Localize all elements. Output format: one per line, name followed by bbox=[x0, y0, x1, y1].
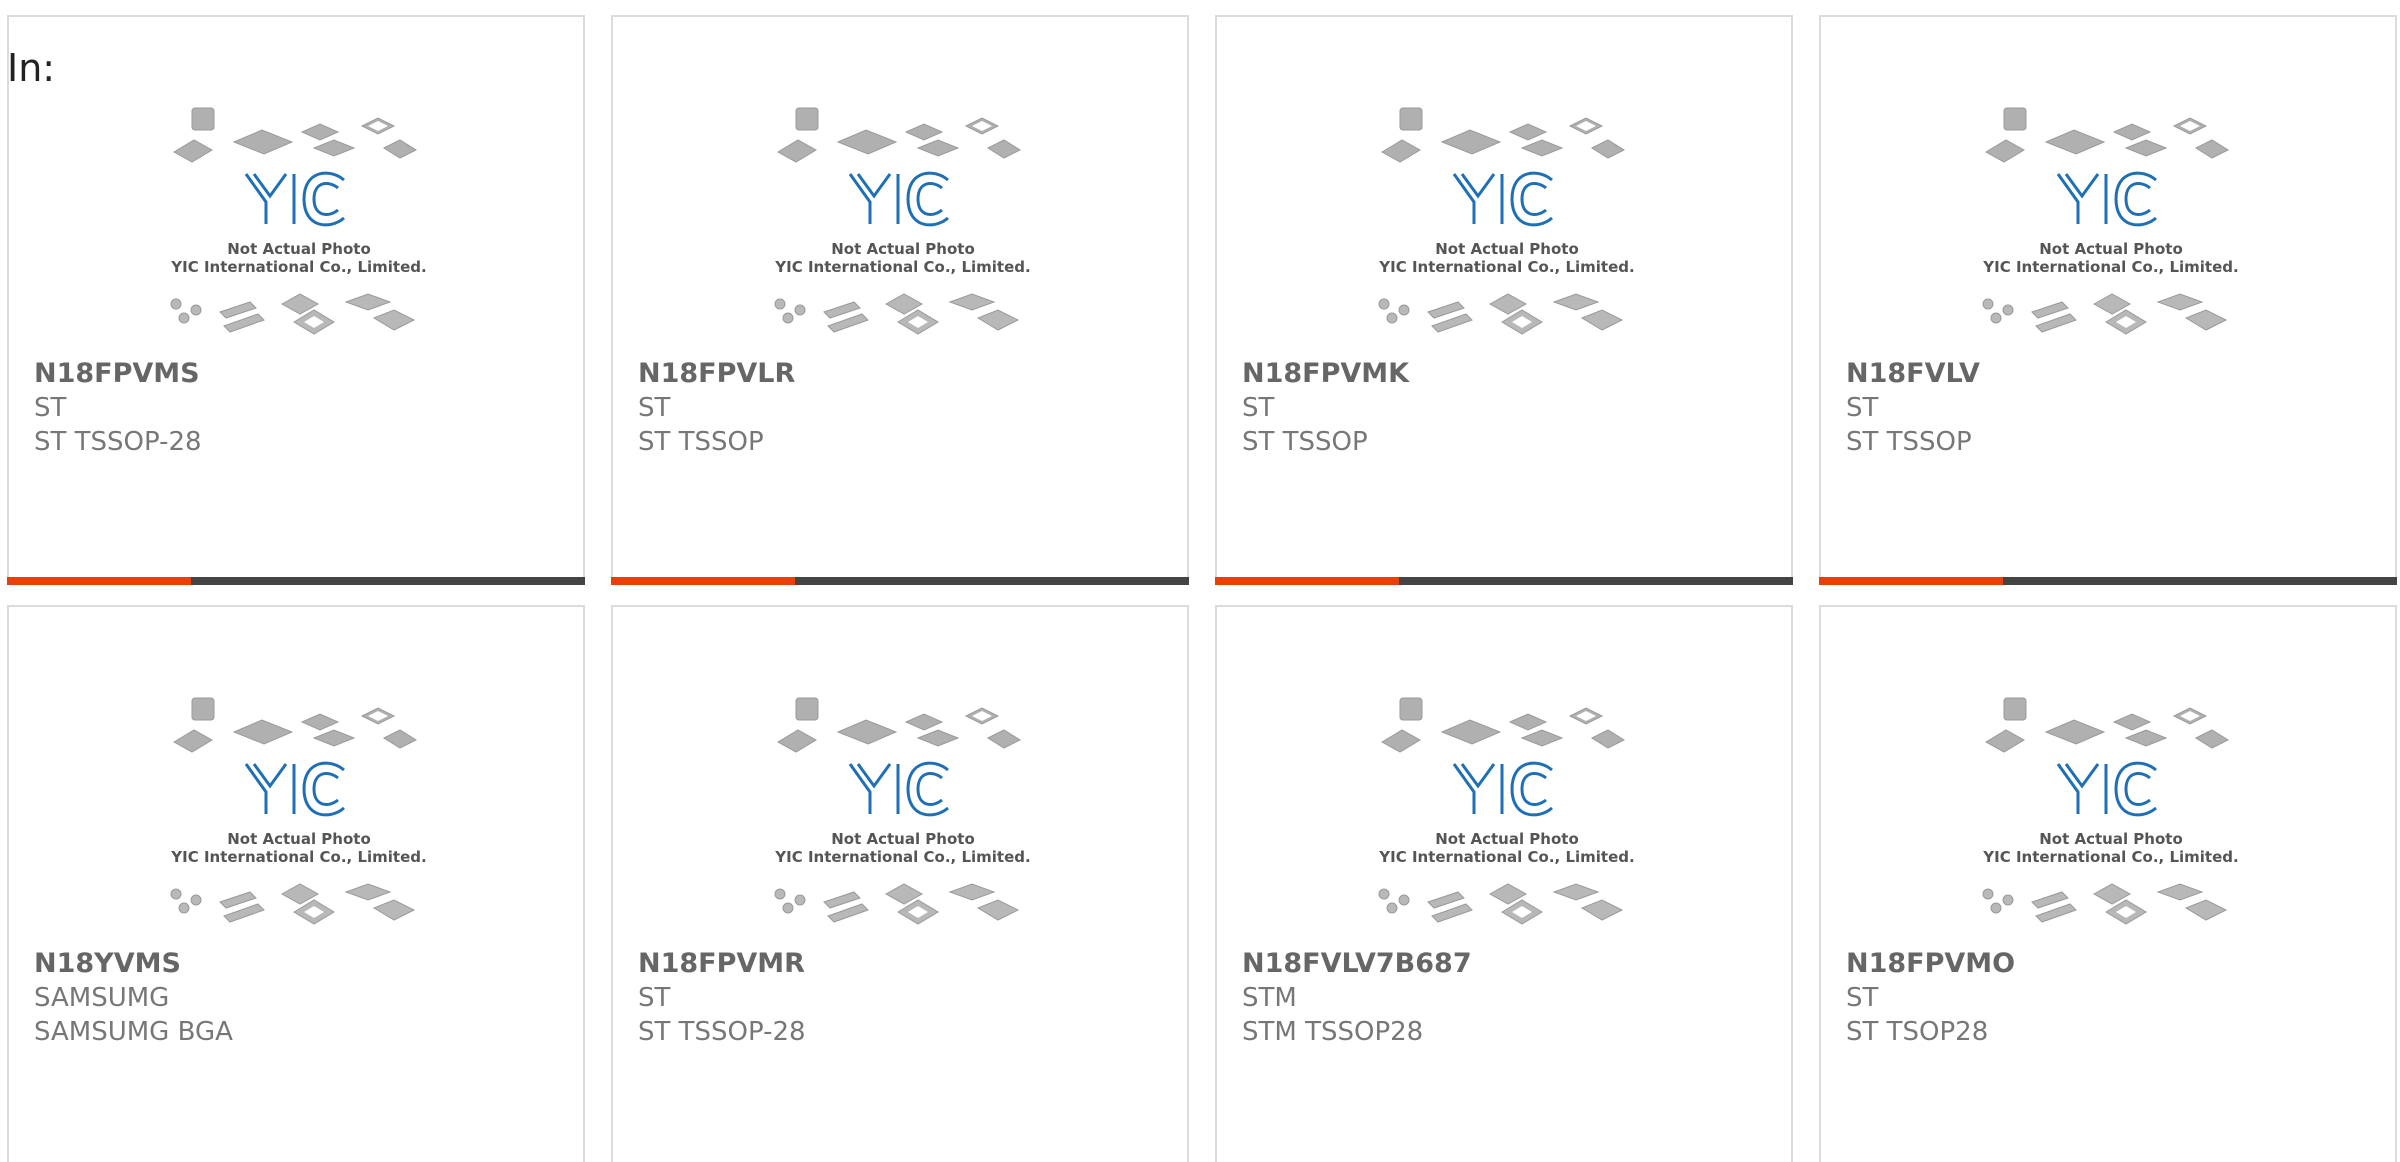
placeholder-photo-icon: Not Actual Photo YIC International Co., … bbox=[1378, 697, 1635, 925]
product-image[interactable]: Not Actual Photo YIC International Co., … bbox=[154, 694, 444, 954]
package: ST TSSOP bbox=[638, 427, 764, 457]
photo-caption-line1: Not Actual Photo bbox=[831, 240, 975, 258]
photo-caption-line1: Not Actual Photo bbox=[2039, 830, 2183, 848]
manufacturer: ST bbox=[34, 393, 67, 423]
placeholder-photo-icon: Not Actual Photo YIC International Co., … bbox=[1378, 107, 1635, 335]
package: ST TSSOP bbox=[1846, 427, 1972, 457]
part-number-link[interactable]: N18FVLV bbox=[1846, 357, 2376, 391]
product-info: N18FPVMR ST ST TSSOP-28 bbox=[638, 947, 1168, 1049]
placeholder-photo-icon: Not Actual Photo YIC International Co., … bbox=[774, 107, 1031, 335]
part-number-link[interactable]: N18FPVMK bbox=[1242, 357, 1772, 391]
package: ST TSSOP-28 bbox=[34, 427, 202, 457]
product-card[interactable]: Not Actual Photo YIC International Co., … bbox=[7, 15, 585, 585]
card-progress-accent bbox=[611, 577, 795, 585]
photo-caption-line2: YIC International Co., Limited. bbox=[1982, 258, 2238, 276]
product-info: N18FPVMO ST ST TSOP28 bbox=[1846, 947, 2376, 1049]
photo-caption-line2: YIC International Co., Limited. bbox=[1982, 848, 2238, 866]
manufacturer: ST bbox=[1846, 393, 1879, 423]
photo-caption-line2: YIC International Co., Limited. bbox=[774, 848, 1030, 866]
photo-caption-line1: Not Actual Photo bbox=[227, 240, 371, 258]
product-card[interactable]: Not Actual Photo YIC International Co., … bbox=[1819, 605, 2397, 1162]
photo-caption-line2: YIC International Co., Limited. bbox=[1378, 258, 1634, 276]
card-progress-accent bbox=[1819, 577, 2003, 585]
package: ST TSSOP-28 bbox=[638, 1017, 806, 1047]
part-number-link[interactable]: N18FPVMO bbox=[1846, 947, 2376, 981]
package: ST TSOP28 bbox=[1846, 1017, 1989, 1047]
product-grid-page: In: Not Actual Photo YIC International C… bbox=[0, 0, 2400, 1162]
product-image[interactable]: Not Actual Photo YIC International Co., … bbox=[1362, 104, 1652, 364]
product-card[interactable]: Not Actual Photo YIC International Co., … bbox=[1215, 15, 1793, 585]
part-number-link[interactable]: N18FPVMS bbox=[34, 357, 564, 391]
card-progress-bar bbox=[7, 577, 585, 585]
photo-caption-line2: YIC International Co., Limited. bbox=[170, 848, 426, 866]
photo-caption-line1: Not Actual Photo bbox=[2039, 240, 2183, 258]
product-info: N18FPVMK ST ST TSSOP bbox=[1242, 357, 1772, 459]
product-image[interactable]: Not Actual Photo YIC International Co., … bbox=[154, 104, 444, 364]
photo-caption-line1: Not Actual Photo bbox=[1435, 830, 1579, 848]
card-progress-accent bbox=[7, 577, 191, 585]
photo-caption-line2: YIC International Co., Limited. bbox=[170, 258, 426, 276]
part-number-link[interactable]: N18FVLV7B687 bbox=[1242, 947, 1772, 981]
product-card[interactable]: Not Actual Photo YIC International Co., … bbox=[611, 15, 1189, 585]
manufacturer: SAMSUMG bbox=[34, 983, 170, 1013]
photo-caption-line1: Not Actual Photo bbox=[1435, 240, 1579, 258]
card-progress-accent bbox=[1215, 577, 1399, 585]
package: STM TSSOP28 bbox=[1242, 1017, 1424, 1047]
product-info: N18YVMS SAMSUMG SAMSUMG BGA bbox=[34, 947, 564, 1049]
card-progress-bar bbox=[1215, 577, 1793, 585]
product-info: N18FVLV7B687 STM STM TSSOP28 bbox=[1242, 947, 1772, 1049]
product-card[interactable]: Not Actual Photo YIC International Co., … bbox=[7, 605, 585, 1162]
product-info: N18FVLV ST ST TSSOP bbox=[1846, 357, 2376, 459]
manufacturer: ST bbox=[1242, 393, 1275, 423]
in-label: In: bbox=[7, 46, 56, 90]
part-number-link[interactable]: N18FPVMR bbox=[638, 947, 1168, 981]
manufacturer: ST bbox=[1846, 983, 1879, 1013]
card-progress-bar bbox=[1819, 577, 2397, 585]
manufacturer: ST bbox=[638, 983, 671, 1013]
photo-caption-line2: YIC International Co., Limited. bbox=[1378, 848, 1634, 866]
placeholder-photo-icon: Not Actual Photo YIC International Co., … bbox=[774, 697, 1031, 925]
placeholder-photo-icon: Not Actual Photo YIC International Co., … bbox=[170, 107, 427, 335]
placeholder-photo-icon: Not Actual Photo YIC International Co., … bbox=[1982, 107, 2239, 335]
manufacturer: STM bbox=[1242, 983, 1297, 1013]
placeholder-photo-icon: Not Actual Photo YIC International Co., … bbox=[1982, 697, 2239, 925]
card-progress-bar bbox=[611, 577, 1189, 585]
manufacturer: ST bbox=[638, 393, 671, 423]
part-number-link[interactable]: N18FPVLR bbox=[638, 357, 1168, 391]
package: SAMSUMG BGA bbox=[34, 1017, 233, 1047]
product-image[interactable]: Not Actual Photo YIC International Co., … bbox=[758, 694, 1048, 954]
photo-caption-line1: Not Actual Photo bbox=[831, 830, 975, 848]
placeholder-photo-icon: Not Actual Photo YIC International Co., … bbox=[170, 697, 427, 925]
photo-caption-line1: Not Actual Photo bbox=[227, 830, 371, 848]
product-card[interactable]: Not Actual Photo YIC International Co., … bbox=[611, 605, 1189, 1162]
package: ST TSSOP bbox=[1242, 427, 1368, 457]
product-image[interactable]: Not Actual Photo YIC International Co., … bbox=[1966, 104, 2256, 364]
photo-caption-line2: YIC International Co., Limited. bbox=[774, 258, 1030, 276]
product-image[interactable]: Not Actual Photo YIC International Co., … bbox=[758, 104, 1048, 364]
product-image[interactable]: Not Actual Photo YIC International Co., … bbox=[1966, 694, 2256, 954]
product-card[interactable]: Not Actual Photo YIC International Co., … bbox=[1819, 15, 2397, 585]
product-info: N18FPVLR ST ST TSSOP bbox=[638, 357, 1168, 459]
product-image[interactable]: Not Actual Photo YIC International Co., … bbox=[1362, 694, 1652, 954]
part-number-link[interactable]: N18YVMS bbox=[34, 947, 564, 981]
product-info: N18FPVMS ST ST TSSOP-28 bbox=[34, 357, 564, 459]
product-card[interactable]: Not Actual Photo YIC International Co., … bbox=[1215, 605, 1793, 1162]
